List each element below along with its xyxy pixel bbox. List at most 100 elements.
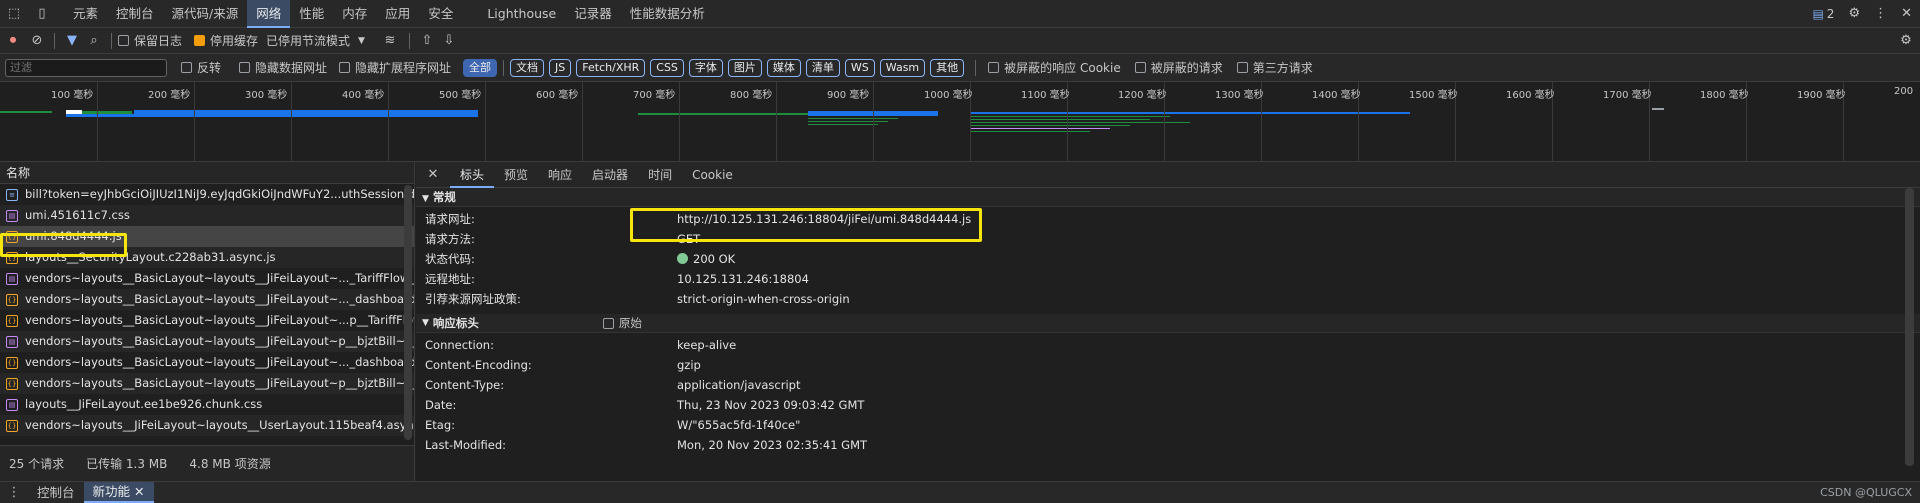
request-row[interactable]: ≡ bill?token=eyJhbGciOiJIUzI1NiJ9.eyJqdGk… [0,184,414,205]
details-scrollbar[interactable] [1905,188,1914,466]
import-har-icon[interactable]: ⇧ [416,33,438,48]
request-row[interactable]: {} vendors~layouts__BasicLayout~layouts__… [0,310,414,331]
devtools-tab-5[interactable]: 内存 [333,0,376,28]
third-party-checkbox[interactable]: 第三方请求 [1236,59,1313,76]
preserve-log-checkbox[interactable]: 保留日志 [118,32,182,49]
drawer-tab-whats-new[interactable]: 新功能 ✕ [83,482,154,503]
type-filter-chip[interactable]: 全部 [463,58,498,77]
request-row[interactable]: {} vendors~layouts__JiFeiLayout~layouts__… [0,415,414,436]
disable-cache-checkbox[interactable]: 停用缓存 [194,32,258,49]
request-row[interactable]: {} vendors~layouts__BasicLayout~layouts__… [0,352,414,373]
devtools-tab-6[interactable]: 应用 [376,0,419,28]
header-row: 状态代码: 200 OK [416,249,1920,269]
drawer-menu-icon[interactable]: ⋮ [0,485,28,500]
type-filter-chip[interactable]: WS [844,58,875,77]
detail-tab-2[interactable]: 响应 [538,162,582,188]
type-filter-chip[interactable]: 图片 [727,58,762,77]
settings-gear-icon[interactable]: ⚙ [1848,6,1860,21]
header-key: Etag: [425,418,455,432]
type-filter-chip[interactable]: JS [549,58,572,77]
drawer-tab-console[interactable]: 控制台 [28,482,84,503]
type-filter-chip[interactable]: 清单 [805,58,840,77]
devtools-tab-10[interactable]: 性能数据分析 [621,0,714,28]
type-filter-chip[interactable]: 其他 [930,58,965,77]
header-value[interactable]: Thu, 23 Nov 2023 09:03:42 GMT [677,395,864,415]
header-key: Content-Encoding: [425,358,532,372]
devtools-tab-2[interactable]: 源代码/来源 [163,0,248,28]
header-key: Date: [425,398,457,412]
request-row[interactable]: ▤ vendors~layouts__BasicLayout~layouts__J… [0,268,414,289]
detail-tab-1[interactable]: 预览 [494,162,538,188]
detail-tab-4[interactable]: 时间 [638,162,682,188]
issues-counter[interactable]: ▤ 2 [1812,7,1834,21]
header-value[interactable]: 10.125.131.246:18804 [677,269,809,289]
invert-checkbox[interactable]: 反转 [181,59,221,76]
request-row[interactable]: {} vendors~layouts__BasicLayout~layouts__… [0,373,414,394]
request-row[interactable]: {} vendors~layouts__BasicLayout~layouts__… [0,289,414,310]
devtools-tab-3[interactable]: 网络 [247,0,291,28]
request-name: vendors~layouts__JiFeiLayout~layouts__Us… [25,418,414,432]
throttling-select[interactable]: 已停用节流模式 ▼ [266,32,365,49]
timeline-overview[interactable]: 100 毫秒 200 毫秒 300 毫秒 400 毫秒 500 毫秒 600 毫秒 700 … [0,82,1920,162]
close-devtools-icon[interactable]: ✕ [1901,6,1912,21]
filter-icon[interactable]: ▼ [61,33,83,48]
name-column-header[interactable]: 名称 [0,162,414,184]
timeline-gridline [582,82,583,162]
request-row[interactable]: ▤ vendors~layouts__BasicLayout~layouts__J… [0,331,414,352]
request-row[interactable]: ▤ layouts__JiFeiLayout.ee1be926.chunk.css [0,394,414,415]
header-value[interactable]: 200 OK [677,249,735,269]
devtools-tab-7[interactable]: 安全 [419,0,462,28]
detail-tab-5[interactable]: Cookie [682,162,743,188]
devtools-tab-4[interactable]: 性能 [290,0,333,28]
network-settings-gear-icon[interactable]: ⚙ [1892,33,1920,48]
devtools-tab-0[interactable]: 元素 [64,0,107,28]
devtools-tab-8[interactable]: Lighthouse [478,0,565,28]
type-filter-chip[interactable]: 媒体 [766,58,801,77]
header-value[interactable]: keep-alive [677,335,736,355]
close-details-icon[interactable]: ✕ [416,167,450,182]
timeline-tick-label: 1100 毫秒 [1021,90,1070,101]
inspect-element-icon[interactable]: ⬚ [0,6,28,21]
more-options-icon[interactable]: ⋮ [1874,6,1887,21]
type-filter-chip[interactable]: CSS [650,58,684,77]
header-value[interactable]: application/javascript [677,375,800,395]
network-status-bar: 25 个请求 已传输 1.3 MB 4.8 MB 项资源 [0,445,415,481]
search-icon[interactable]: ⌕ [83,33,105,48]
request-name: umi.451611c7.css [25,208,130,222]
record-stop-icon[interactable]: ⏺ [0,33,26,48]
request-list-scrollbar[interactable] [404,185,412,440]
detail-tab-0[interactable]: 标头 [450,162,495,188]
request-row[interactable]: ▤ umi.451611c7.css [0,205,414,226]
detail-tab-3[interactable]: 启动器 [582,162,638,188]
type-filter-chip[interactable]: Fetch/XHR [576,58,646,77]
raw-headers-checkbox[interactable]: 原始 [602,314,642,333]
export-har-icon[interactable]: ⇩ [438,33,460,48]
filter-input[interactable] [5,58,167,77]
type-filter-chip[interactable]: 字体 [688,58,723,77]
response-headers-section-header[interactable]: ▼ 响应标头 原始 [416,314,1920,333]
header-value[interactable]: W/"655ac5fd-1f40ce" [677,415,800,435]
general-section-header[interactable]: ▼ 常规 [416,188,1920,207]
blocked-cookies-checkbox[interactable]: 被屏蔽的响应 Cookie [988,59,1121,76]
hide-extension-urls-checkbox[interactable]: 隐藏扩展程序网址 [339,59,451,76]
header-row: Last-Modified: Mon, 20 Nov 2023 02:35:41 … [416,435,1920,455]
close-tab-icon[interactable]: ✕ [134,484,144,499]
header-value[interactable]: Mon, 20 Nov 2023 02:35:41 GMT [677,435,867,455]
blocked-requests-checkbox[interactable]: 被屏蔽的请求 [1134,59,1223,76]
type-filter-chip[interactable]: 文档 [510,58,545,77]
header-value[interactable]: gzip [677,355,701,375]
device-toolbar-icon[interactable]: ▯ [28,6,56,21]
network-conditions-icon[interactable]: ≋ [377,33,403,48]
request-list: 名称 ≡ bill?token=eyJhbGciOiJIUzI1NiJ9.eyJq… [0,162,415,445]
header-row: Content-Encoding: gzip [416,355,1920,375]
hide-data-urls-checkbox[interactable]: 隐藏数据网址 [239,59,327,76]
js-file-icon: {} [6,314,18,327]
devtools-tab-9[interactable]: 记录器 [565,0,621,28]
clear-icon[interactable]: ⊘ [26,33,48,48]
type-filter-chip[interactable]: Wasm [879,58,926,77]
devtools-tab-1[interactable]: 控制台 [107,0,163,28]
header-value[interactable]: strict-origin-when-cross-origin [677,289,850,309]
timeline-gridline [291,82,292,162]
request-name: vendors~layouts__BasicLayout~layouts__Ji… [25,334,414,348]
timeline-tick-label: 1800 毫秒 [1700,90,1749,101]
